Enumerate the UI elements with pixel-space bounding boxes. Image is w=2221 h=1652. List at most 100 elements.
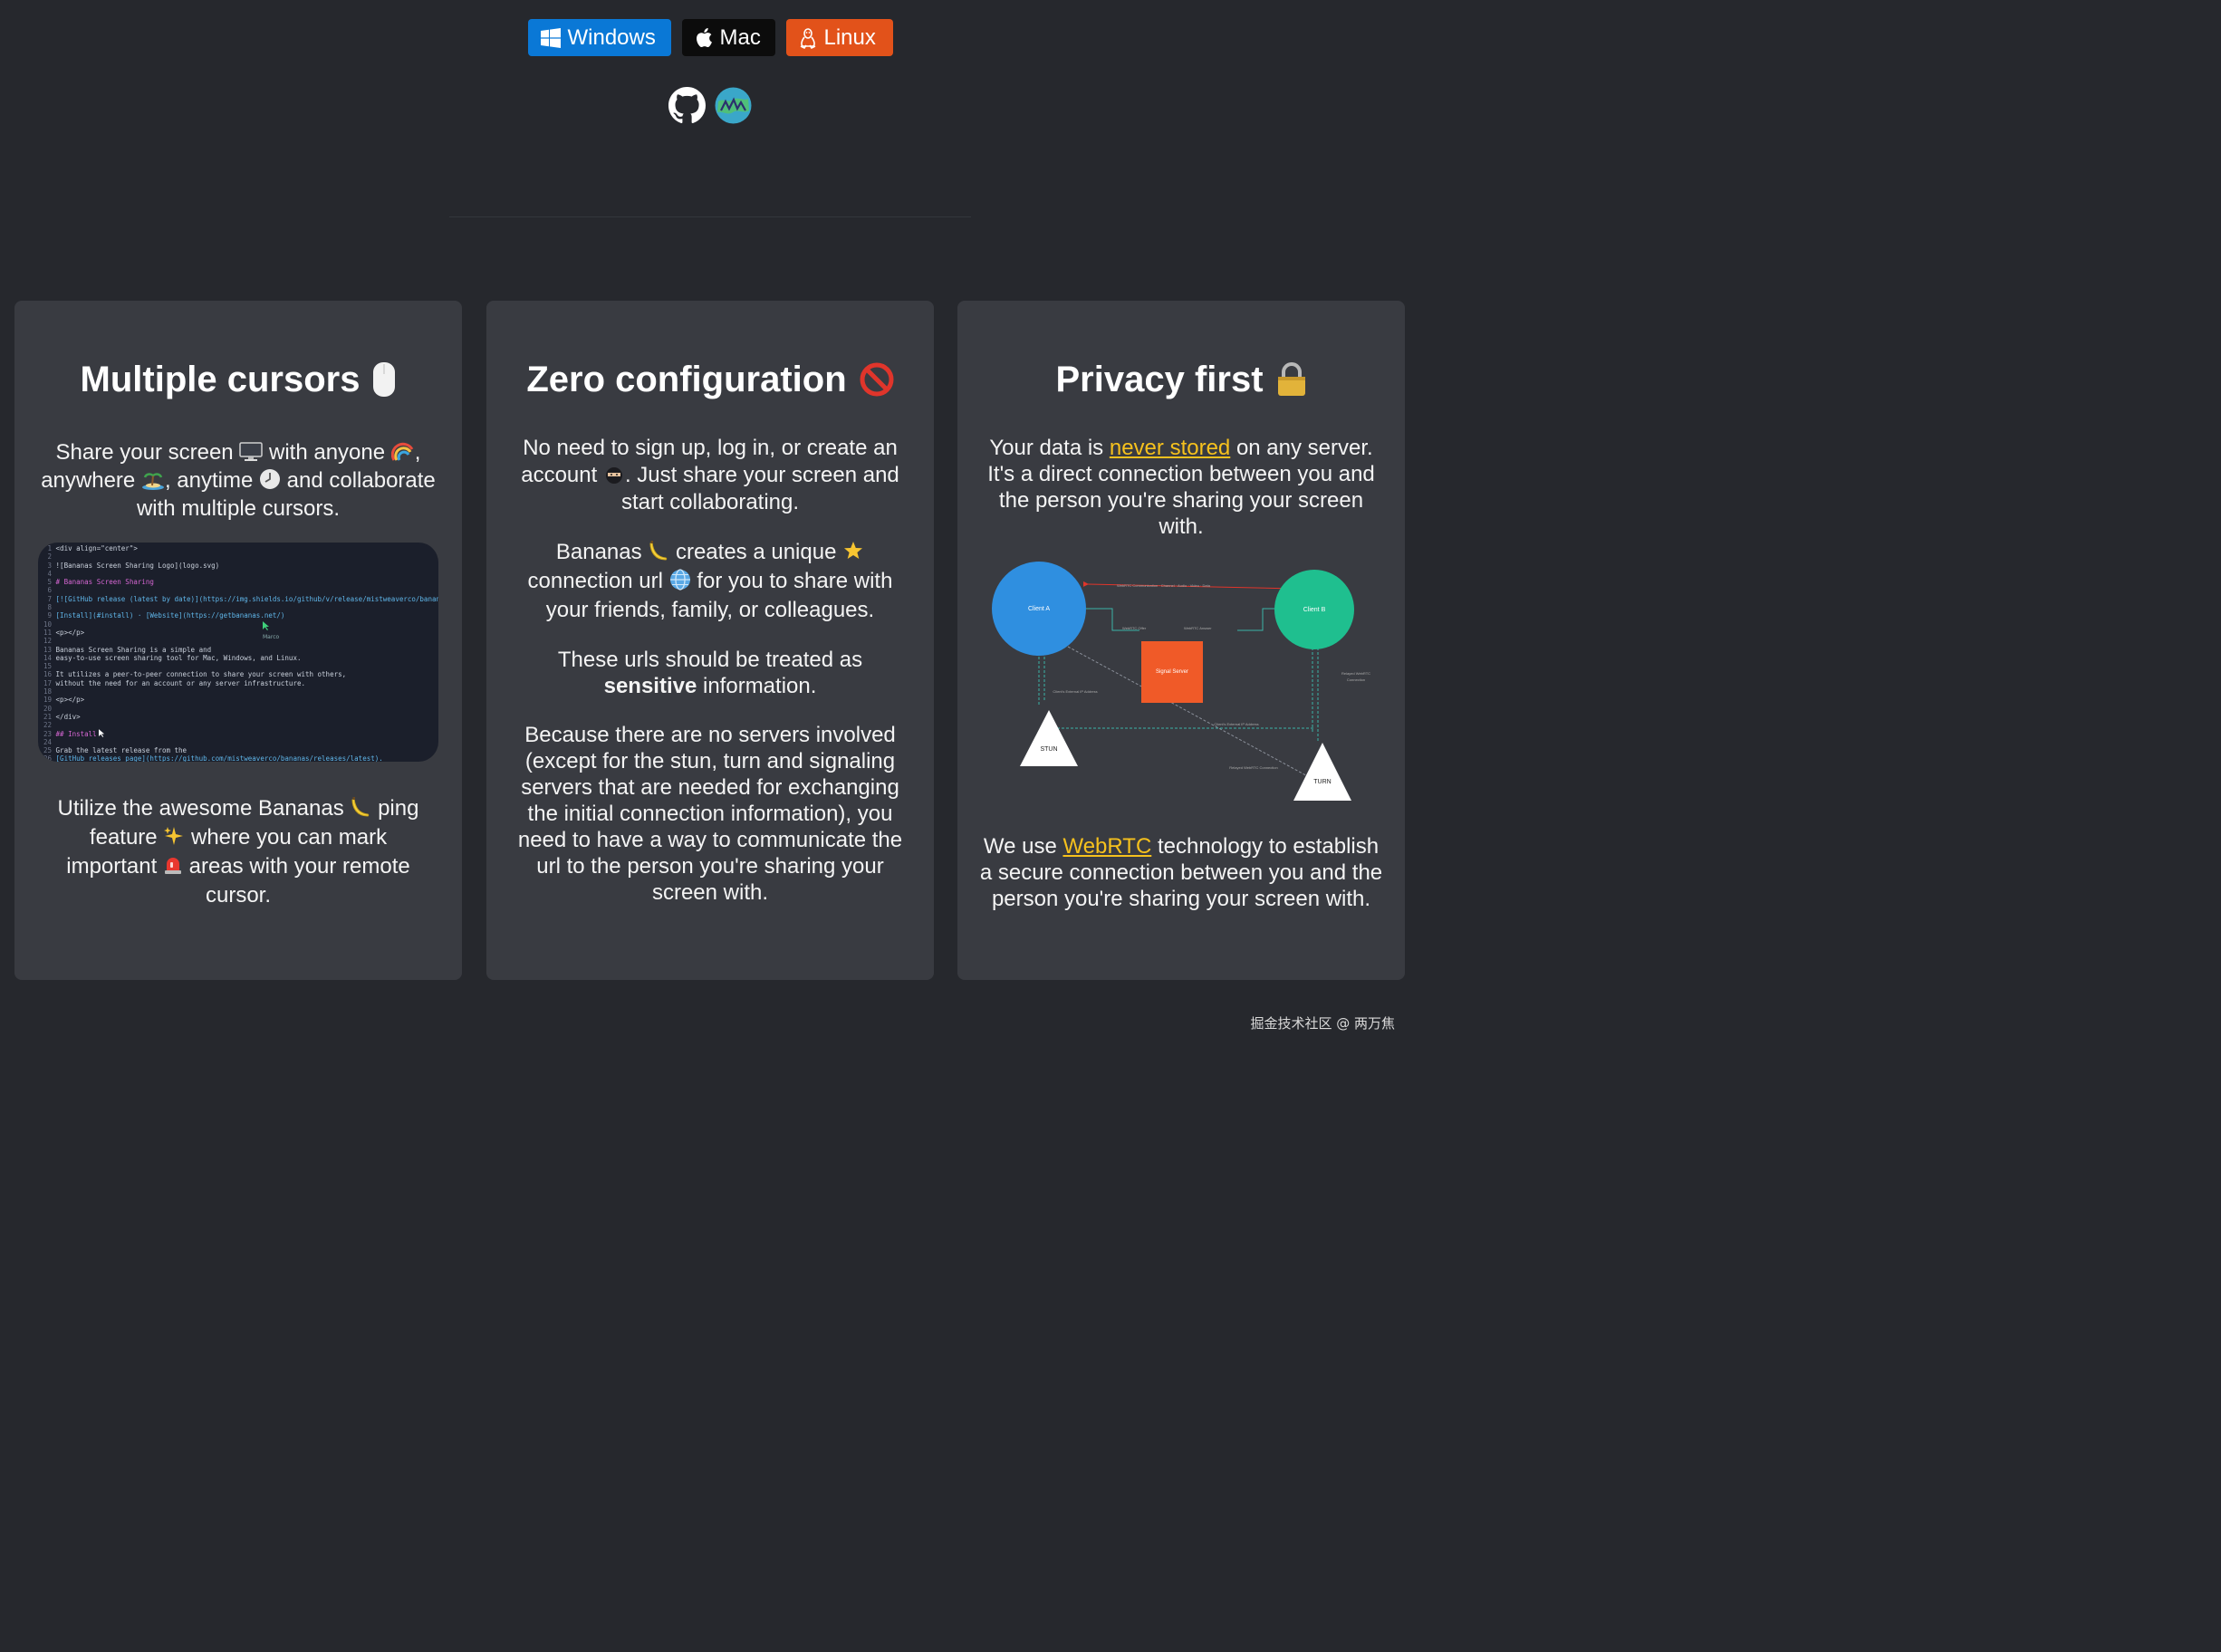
card-title: Privacy first	[977, 357, 1385, 402]
code-line-number: 21	[43, 712, 56, 721]
download-windows-button[interactable]: Windows	[527, 19, 671, 56]
ping-text-5: important	[66, 854, 158, 879]
intro-text-1: Share your screen	[55, 440, 234, 465]
signup-text-3: . Just share your screen and	[624, 463, 899, 487]
code-line-text: ![Bananas Screen Sharing Logo](logo.svg)	[55, 561, 220, 570]
intro-text-4: anywhere	[41, 468, 136, 493]
signup-text-1: No need to sign up, log in, or create an	[523, 436, 898, 460]
ping-text-3: feature	[89, 825, 158, 850]
code-line: 3 ![Bananas Screen Sharing Logo](logo.sv…	[43, 562, 438, 570]
code-line-number: 23	[43, 729, 56, 738]
turn-label: TURN	[1313, 779, 1332, 785]
intro-text-2: with anyone	[269, 440, 386, 465]
relayed-b-label: Relayed WebRTC Connection	[1341, 671, 1371, 682]
card-signup-text: No need to sign up, log in, or create an…	[506, 435, 914, 516]
intro-text-5: , anytime	[164, 468, 254, 493]
apple-logo-icon	[696, 28, 712, 48]
code-line: 8	[43, 603, 438, 611]
social-links	[0, 87, 1420, 124]
answer-label: WebRTC Answer	[1184, 626, 1212, 630]
offer-label: WebRTC Offer	[1122, 626, 1147, 630]
code-line-text: [![GitHub release (latest by date)](http…	[55, 594, 438, 603]
code-line: 20	[43, 705, 438, 713]
code-line: 7 [![GitHub release (latest by date)](ht…	[43, 594, 439, 603]
sensitive-text-2: information.	[703, 674, 817, 698]
never-stored-link[interactable]: never stored	[1110, 436, 1230, 460]
card-title: Multiple cursors	[34, 357, 442, 402]
webrtc-text-1: We use	[983, 834, 1057, 859]
ping-text-1: Utilize the awesome Bananas	[57, 796, 344, 821]
ping-text-2: ping	[378, 796, 419, 821]
code-line-number: 8	[43, 603, 56, 612]
sensitive-text-bold: sensitive	[603, 674, 697, 698]
code-line-text: <p></p>	[55, 696, 85, 705]
card-title-text: Zero configuration	[526, 360, 847, 399]
url-text-2: creates a unique	[675, 540, 837, 564]
code-line-number: 2	[43, 552, 56, 562]
stun-label: STUN	[1040, 746, 1058, 753]
download-linux-button[interactable]: Linux	[785, 19, 893, 56]
feature-card-multiple-cursors: Multiple cursors Share your screen with …	[14, 301, 462, 980]
lock-icon	[1277, 362, 1305, 396]
card-title: Zero configuration	[506, 357, 914, 402]
card-intro-text: Share your screen with anyone , anywhere…	[34, 438, 442, 523]
section-divider	[449, 216, 971, 217]
card-sensitive-text: These urls should be treated as sensitiv…	[506, 647, 914, 699]
code-line-number: 26	[43, 754, 56, 762]
code-line: 10	[43, 620, 438, 629]
code-line-text: [GitHub releases page](https://github.co…	[55, 754, 383, 762]
code-line-number: 12	[43, 637, 56, 646]
code-line-number: 20	[43, 704, 56, 713]
client-a-node: Client A	[992, 562, 1086, 656]
glowing-star-icon	[844, 542, 863, 559]
code-line-text: Bananas Screen Sharing is a simple and	[55, 645, 212, 654]
cursor-arrow-icon	[263, 621, 269, 630]
client-b-ip-label: Client's External IP Address	[1214, 722, 1259, 726]
code-line: 14 easy-to-use screen sharing tool for M…	[43, 654, 438, 662]
url-text-3: connection url	[527, 569, 663, 593]
sparkles-icon	[164, 827, 184, 845]
code-line-number: 17	[43, 678, 56, 687]
signup-text-2: account	[521, 463, 598, 487]
card-title-text: Multiple cursors	[80, 360, 361, 399]
code-line-number: 11	[43, 628, 56, 637]
card-title-text: Privacy first	[1055, 360, 1264, 399]
code-line: 16 It utilizes a peer-to-peer connection…	[43, 670, 438, 678]
code-line-text: # Bananas Screen Sharing	[55, 578, 154, 587]
card-url-text: Bananas creates a unique connection url …	[506, 538, 914, 625]
code-line: 6	[43, 586, 438, 594]
webrtc-diagram: Client A Client B Signal Server STUN TUR…	[992, 562, 1370, 806]
code-line-number: 13	[43, 645, 56, 654]
url-text-5: your friends, family, or colleagues.	[545, 598, 875, 622]
code-line-number: 25	[43, 746, 56, 755]
url-text-4: for you to share with	[697, 569, 893, 593]
code-line-text: </div>	[55, 712, 81, 721]
code-line: 15	[43, 662, 438, 670]
code-line-text: easy-to-use screen sharing tool for Mac,…	[55, 653, 302, 662]
privacy-text-1: Your data is	[989, 436, 1104, 460]
download-mac-label: Mac	[719, 24, 761, 50]
code-line: 24	[43, 738, 438, 746]
code-line: 2	[43, 552, 438, 561]
card-servers-text: Because there are no servers involved (e…	[517, 723, 903, 905]
rainbow-icon	[390, 442, 414, 461]
webrtc-link[interactable]: WebRTC	[1062, 834, 1151, 859]
watermark-text: 掘金技术社区 @ 两万焦	[1250, 1015, 1395, 1032]
code-line: 1 <div align="center">	[43, 544, 438, 552]
ninja-icon	[605, 467, 622, 484]
feature-card-privacy-first: Privacy first Your data is never stored …	[957, 301, 1405, 980]
website-globe-icon[interactable]	[715, 87, 752, 124]
code-line-number: 19	[43, 696, 56, 705]
code-line-text: [Install](#install) · [Website](https://…	[55, 611, 285, 620]
rotating-light-icon	[164, 858, 181, 874]
linux-tux-icon	[800, 27, 815, 49]
feature-card-zero-configuration: Zero configuration No need to sign up, l…	[486, 301, 934, 980]
code-line-number: 1	[43, 544, 56, 552]
github-icon[interactable]	[668, 87, 706, 124]
computer-mouse-icon	[373, 362, 396, 397]
intro-text-7: with multiple cursors.	[136, 496, 341, 521]
code-line-number: 3	[43, 561, 56, 570]
code-line: 21 </div>	[43, 713, 438, 721]
code-line: 12	[43, 637, 438, 645]
download-mac-button[interactable]: Mac	[681, 19, 775, 56]
